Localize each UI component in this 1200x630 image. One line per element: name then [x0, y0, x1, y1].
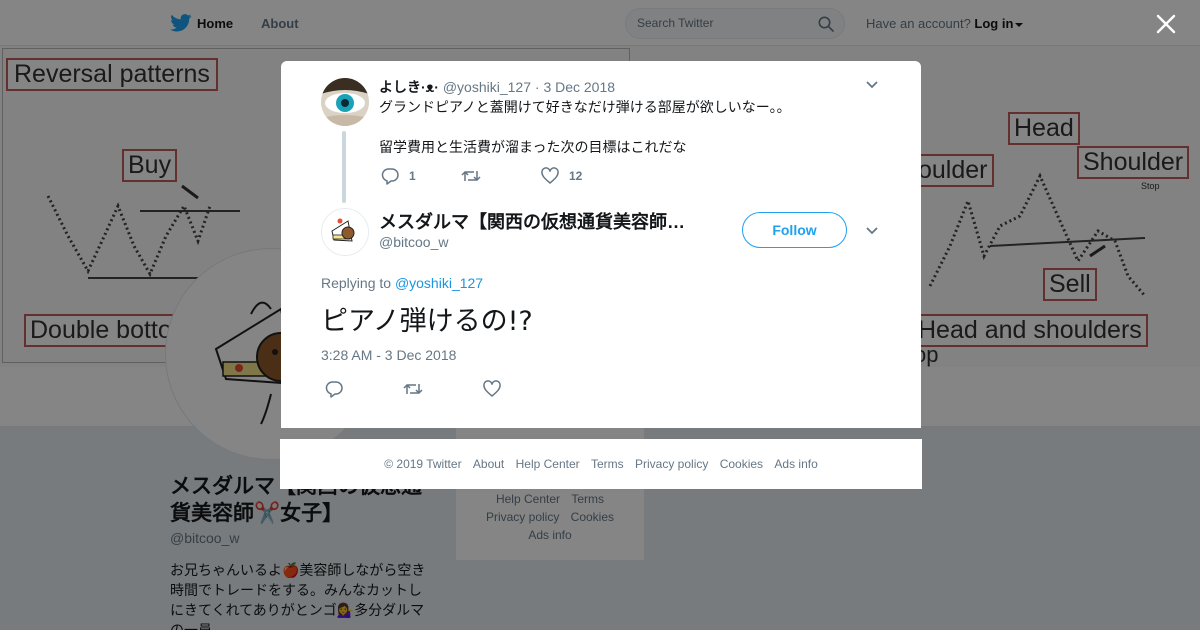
parent-reply-action[interactable]: 1: [381, 166, 416, 186]
eye-avatar-illustration: [321, 78, 369, 126]
follow-button[interactable]: Follow: [742, 212, 847, 248]
separator-dot: ·: [534, 79, 540, 95]
parent-tweet-date[interactable]: 3 Dec 2018: [543, 79, 615, 95]
main-retweet-action[interactable]: [403, 379, 423, 399]
footer-privacy-link[interactable]: Privacy policy: [635, 457, 708, 471]
parent-like-action[interactable]: 12: [541, 166, 582, 186]
parent-author-handle[interactable]: @yoshiki_127: [443, 79, 531, 95]
heart-icon: [541, 167, 559, 184]
main-tweet-avatar[interactable]: [321, 208, 369, 256]
modal-footer: © 2019 Twitter About Help Center Terms P…: [280, 439, 922, 489]
main-reply-action[interactable]: [325, 379, 343, 399]
parent-tweet-header: よしき·ᴥ· @yoshiki_127 · 3 Dec 2018: [379, 77, 615, 97]
parent-tweet-text-line1: グランドピアノと蓋開けて好きなだけ弾ける部屋が欲しいなー。。: [379, 99, 791, 115]
footer-copyright: © 2019 Twitter: [384, 457, 462, 471]
heart-icon: [483, 380, 501, 397]
tweet-permalink-modal: よしき·ᴥ· @yoshiki_127 · 3 Dec 2018 グランドピアノ…: [281, 61, 921, 428]
main-like-action[interactable]: [483, 379, 501, 399]
parent-reply-count: 1: [409, 169, 416, 183]
reply-icon: [381, 168, 399, 185]
retweet-icon: [461, 171, 481, 181]
reply-icon: [325, 381, 343, 398]
footer-cookies-link[interactable]: Cookies: [720, 457, 763, 471]
chevron-down-icon[interactable]: [866, 81, 878, 89]
thread-connector: [342, 131, 346, 203]
main-author-name[interactable]: メスダルマ【関西の仮想通貨美容師✂️女子】: [379, 208, 694, 234]
footer-about-link[interactable]: About: [473, 457, 504, 471]
retweet-icon: [403, 384, 423, 394]
cake-avatar-small-illustration: [322, 209, 368, 255]
footer-ads-info-link[interactable]: Ads info: [774, 457, 817, 471]
replying-prefix: Replying to: [321, 275, 392, 291]
parent-retweet-action[interactable]: [461, 166, 481, 186]
main-tweet-text: ピアノ弾けるの!?: [321, 306, 533, 337]
chevron-down-icon[interactable]: [866, 227, 878, 235]
parent-author-name[interactable]: よしき·ᴥ·: [379, 79, 439, 95]
parent-like-count: 12: [569, 169, 583, 183]
close-icon[interactable]: [1155, 13, 1177, 35]
replying-to-link[interactable]: @yoshiki_127: [395, 275, 483, 291]
replying-to: Replying to @yoshiki_127: [321, 275, 483, 291]
parent-tweet-avatar[interactable]: [321, 78, 369, 126]
main-tweet-timestamp[interactable]: 3:28 AM - 3 Dec 2018: [321, 347, 456, 363]
footer-help-center-link[interactable]: Help Center: [516, 457, 580, 471]
footer-terms-link[interactable]: Terms: [591, 457, 624, 471]
parent-tweet-text-line2: 留学費用と生活費が溜まった次の目標はこれだな: [379, 139, 687, 155]
main-author-handle[interactable]: @bitcoo_w: [379, 234, 448, 250]
